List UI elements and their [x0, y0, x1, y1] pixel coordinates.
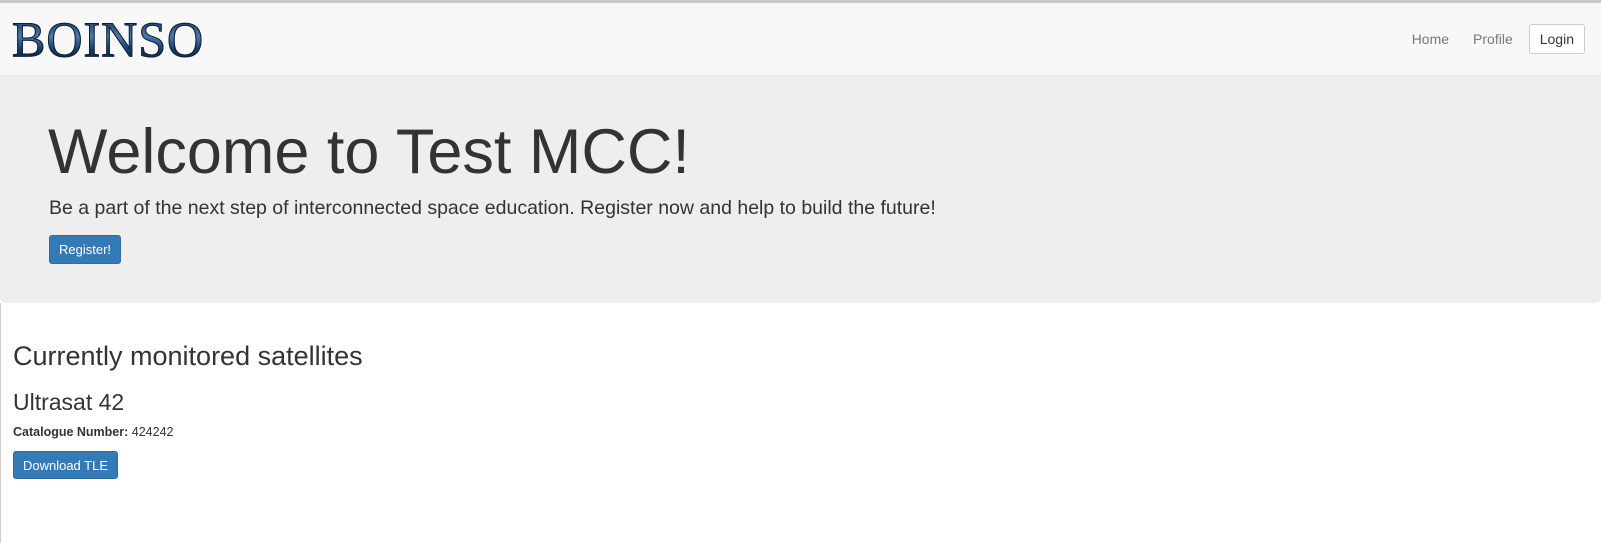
catalogue-number: Catalogue Number: 424242: [13, 425, 174, 439]
page-left-border: [0, 303, 1, 543]
download-tle-button[interactable]: Download TLE: [13, 451, 118, 479]
hero-title: Welcome to Test MCC!: [48, 117, 690, 187]
hero-lead: Be a part of the next step of interconne…: [49, 197, 936, 219]
navbar: BOINSO Home Profile Login: [0, 3, 1601, 76]
register-button[interactable]: Register!: [49, 235, 121, 264]
nav-profile-link[interactable]: Profile: [1461, 24, 1525, 54]
brand-logo[interactable]: BOINSO: [11, 10, 204, 68]
login-button[interactable]: Login: [1528, 24, 1585, 54]
satellites-heading: Currently monitored satellites: [13, 341, 363, 371]
satellite-name: Ultrasat 42: [13, 389, 125, 415]
catalogue-label: Catalogue Number:: [13, 425, 129, 439]
nav-home-link[interactable]: Home: [1400, 24, 1461, 54]
hero-jumbotron: Welcome to Test MCC! Be a part of the ne…: [0, 76, 1601, 303]
catalogue-value: 424242: [131, 425, 174, 439]
nav-links: Home Profile Login: [1400, 24, 1585, 54]
